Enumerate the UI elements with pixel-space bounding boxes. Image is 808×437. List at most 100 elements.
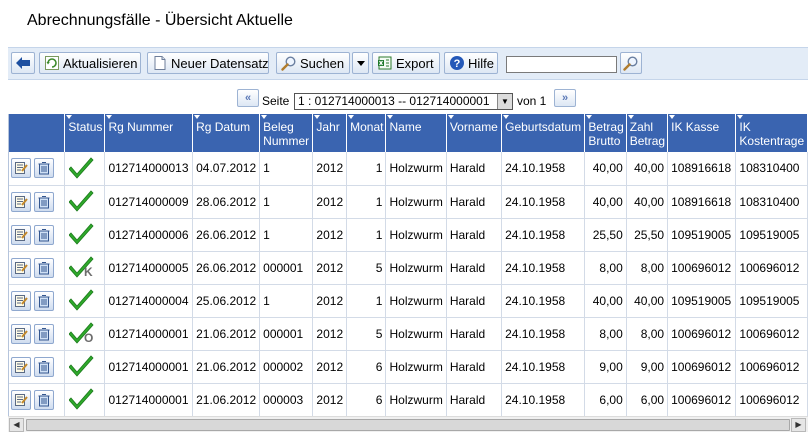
checkmark-icon: [68, 188, 95, 215]
svg-text:O: O: [84, 331, 93, 344]
cell-name: Holzwurm: [385, 185, 447, 219]
trash-icon[interactable]: [34, 224, 54, 245]
table-row[interactable]: 012714000001 21.06.2012 000002 2012 6 Holzwur…: [9, 350, 808, 384]
column-header[interactable]: Rg Nummer: [104, 114, 194, 152]
row-actions: [9, 152, 66, 186]
cell-zahl: 25,50: [626, 218, 669, 252]
help-button[interactable]: ? Hilfe: [444, 52, 498, 74]
column-header[interactable]: Jahr: [312, 114, 348, 152]
search-input[interactable]: [506, 56, 617, 73]
column-header[interactable]: Geburtsdatum: [501, 114, 586, 152]
edit-icon[interactable]: [11, 356, 31, 377]
cell-beleg: 000001: [259, 251, 314, 285]
column-header-label: IK Kostentrage: [739, 120, 805, 148]
table-row[interactable]: O 012714000001 21.06.2012 000001 2012 5 Holzwu…: [9, 317, 808, 351]
column-header[interactable]: IK Kostentrage: [735, 114, 808, 152]
horizontal-scrollbar[interactable]: ◀ ▶: [8, 416, 808, 432]
column-header[interactable]: Name: [385, 114, 447, 152]
back-button[interactable]: [11, 52, 35, 74]
cell-ik-kosten: 100696012: [735, 317, 808, 351]
table-row[interactable]: 012714000004 25.06.2012 1 2012 1 Holzwurm Hara…: [9, 284, 808, 318]
column-header[interactable]: IK Kasse: [667, 114, 737, 152]
column-header[interactable]: Zahl Betrag: [626, 114, 669, 152]
sort-icon: [447, 115, 454, 119]
cell-betrag: 40,00: [584, 152, 627, 186]
search-label: Suchen: [300, 55, 345, 71]
new-record-button[interactable]: Neuer Datensatz: [147, 52, 269, 74]
status-cell: O: [64, 317, 106, 351]
column-header[interactable]: Vorname: [446, 114, 503, 152]
cell-ik-kosten: 100696012: [735, 350, 808, 384]
column-header[interactable]: Monat: [346, 114, 387, 152]
excel-export-icon: [378, 56, 392, 70]
cell-ik-kosten: 108310400: [735, 152, 808, 186]
page-select[interactable]: 1 : 012714000013 -- 012714000001 ▼: [294, 93, 513, 110]
cell-beleg: 000002: [259, 350, 314, 384]
column-header-label: Rg Datum: [196, 120, 251, 134]
page-select-value: 1 : 012714000013 -- 012714000001: [298, 94, 490, 108]
edit-icon[interactable]: [11, 389, 31, 410]
cell-rg-datum: 21.06.2012: [192, 383, 261, 416]
cell-monat: 1: [346, 152, 387, 186]
cell-ik-kasse: 100696012: [667, 317, 737, 351]
trash-icon[interactable]: [34, 191, 54, 212]
edit-icon[interactable]: [11, 323, 31, 344]
column-header[interactable]: Beleg Nummer: [259, 114, 314, 152]
edit-icon[interactable]: [11, 290, 31, 311]
scroll-thumb[interactable]: [26, 419, 790, 431]
data-grid: Status Rg Nummer Rg Datum Beleg Nummer Jahr M…: [8, 114, 808, 416]
scroll-left-button[interactable]: ◀: [9, 418, 24, 432]
trash-icon[interactable]: [34, 158, 54, 179]
cell-betrag: 25,50: [584, 218, 627, 252]
scroll-right-button[interactable]: ▶: [791, 418, 806, 432]
table-row[interactable]: K 012714000005 26.06.2012 000001 2012 5 Holzwu…: [9, 251, 808, 285]
cell-rg-datum: 28.06.2012: [192, 185, 261, 219]
status-cell: [64, 185, 106, 219]
cell-name: Holzwurm: [385, 251, 447, 285]
cell-name: Holzwurm: [385, 284, 447, 318]
cell-geburtsdatum: 24.10.1958: [501, 317, 586, 351]
next-page-button[interactable]: »: [554, 89, 576, 107]
cell-betrag: 8,00: [584, 251, 627, 285]
cell-beleg: 000003: [259, 383, 314, 416]
checkmark-icon: [68, 386, 95, 413]
search-button[interactable]: Suchen: [276, 52, 350, 74]
help-label: Hilfe: [468, 55, 495, 71]
trash-icon[interactable]: [34, 389, 54, 410]
column-header-label: IK Kasse: [671, 120, 720, 134]
cell-ik-kosten: 109519005: [735, 218, 808, 252]
table-row[interactable]: 012714000006 26.06.2012 1 2012 1 Holzwurm Hara…: [9, 218, 808, 252]
trash-icon[interactable]: [34, 356, 54, 377]
column-header[interactable]: Betrag Brutto: [584, 114, 627, 152]
edit-icon[interactable]: [11, 158, 31, 179]
cell-vorname: Harald: [446, 152, 503, 186]
cell-rg-nummer: 012714000006: [104, 218, 194, 252]
table-body: 012714000013 04.07.2012 1 2012 1 Holzwurm Hara…: [9, 152, 808, 416]
cell-beleg: 1: [259, 152, 314, 186]
cell-rg-nummer: 012714000013: [104, 152, 194, 186]
table-row[interactable]: 012714000013 04.07.2012 1 2012 1 Holzwurm Hara…: [9, 152, 808, 186]
row-actions: [9, 218, 66, 252]
cell-jahr: 2012: [312, 152, 348, 186]
page-header: Abrechnungsfälle - Übersicht Aktuelle: [0, 0, 808, 42]
prev-page-button[interactable]: «: [237, 89, 259, 107]
column-header-label: Betrag Brutto: [588, 120, 624, 148]
table-row[interactable]: 012714000001 21.06.2012 000003 2012 6 Holzwur…: [9, 383, 808, 416]
table-row[interactable]: 012714000009 28.06.2012 1 2012 1 Holzwurm Hara…: [9, 185, 808, 219]
column-header[interactable]: Rg Datum: [192, 114, 261, 152]
cell-rg-datum: 26.06.2012: [192, 251, 261, 285]
edit-icon[interactable]: [11, 191, 31, 212]
edit-icon[interactable]: [11, 224, 31, 245]
row-actions: [9, 350, 66, 384]
search-dropdown-button[interactable]: [352, 52, 369, 74]
trash-icon[interactable]: [34, 257, 54, 278]
document-icon: [154, 56, 166, 70]
column-header[interactable]: Status: [64, 114, 106, 152]
trash-icon[interactable]: [34, 323, 54, 344]
status-cell: [64, 152, 106, 186]
search-go-button[interactable]: [620, 52, 642, 74]
trash-icon[interactable]: [34, 290, 54, 311]
edit-icon[interactable]: [11, 257, 31, 278]
export-button[interactable]: Export: [372, 52, 440, 74]
refresh-button[interactable]: Aktualisieren: [39, 52, 141, 74]
